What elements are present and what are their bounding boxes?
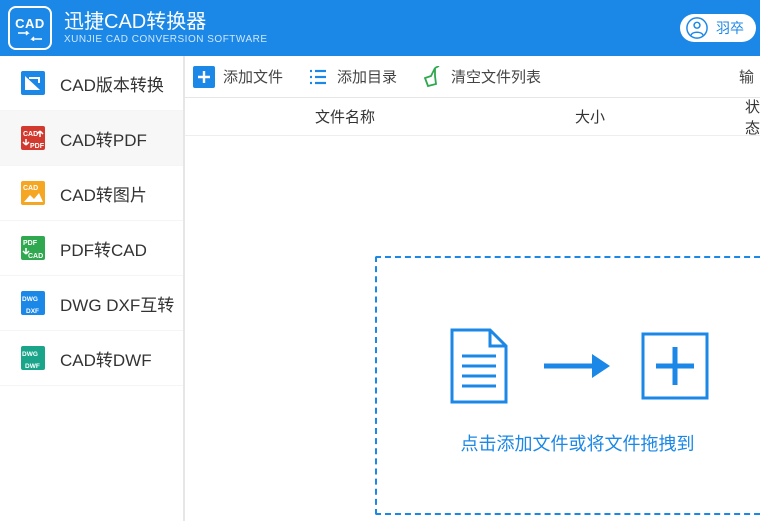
user-area[interactable]: 羽卒: [680, 14, 756, 42]
user-icon: [686, 17, 708, 39]
app-header: CAD 迅捷CAD转换器 XUNJIE CAD CONVERSION SOFTW…: [0, 0, 760, 56]
table-header: 文件名称 大小 状态: [185, 98, 760, 136]
app-title: 迅捷CAD转换器: [64, 11, 268, 33]
title-block: 迅捷CAD转换器 XUNJIE CAD CONVERSION SOFTWARE: [64, 11, 268, 45]
sidebar-item-cad-version[interactable]: CAD版本转换: [0, 56, 183, 111]
sidebar-item-label: CAD转图片: [60, 181, 147, 206]
tool-label: 清空文件列表: [451, 66, 541, 87]
toolbar: 添加文件 添加目录 清空文件列表 输: [185, 56, 760, 98]
drop-zone[interactable]: 点击添加文件或将文件拖拽到: [375, 256, 760, 515]
drop-hint: 点击添加文件或将文件拖拽到: [460, 430, 694, 456]
svg-text:DWG: DWG: [22, 351, 38, 358]
list-icon: [307, 66, 329, 88]
file-list-area: 点击添加文件或将文件拖拽到: [185, 136, 760, 521]
tool-label: 添加文件: [223, 66, 283, 87]
svg-text:PDF: PDF: [30, 143, 45, 150]
svg-text:CAD: CAD: [23, 185, 38, 192]
svg-text:CAD: CAD: [23, 131, 38, 138]
sidebar-item-cad-to-dwf[interactable]: DWG DWF CAD转DWF: [0, 331, 183, 386]
logo-text: CAD: [15, 16, 45, 31]
sidebar-item-label: CAD转DWF: [60, 346, 152, 371]
clear-list-button[interactable]: 清空文件列表: [421, 66, 541, 88]
app-subtitle: XUNJIE CAD CONVERSION SOFTWARE: [64, 34, 268, 45]
tool-label: 添加目录: [337, 66, 397, 87]
sidebar-item-pdf-to-cad[interactable]: PDF CAD PDF转CAD: [0, 221, 183, 276]
svg-text:PDF: PDF: [23, 240, 38, 247]
add-file-button[interactable]: 添加文件: [193, 66, 283, 88]
sidebar-item-label: CAD版本转换: [60, 71, 164, 96]
logo-arrows-icon: [16, 31, 44, 41]
sidebar-item-label: DWG DXF互转: [60, 291, 174, 316]
sidebar-item-cad-to-pdf[interactable]: CAD PDF CAD转PDF: [0, 111, 183, 166]
app-logo: CAD: [8, 6, 52, 50]
cad-pdf-icon: CAD PDF: [20, 125, 46, 151]
user-name: 羽卒: [716, 18, 744, 38]
add-box-icon: [640, 331, 710, 401]
svg-text:DXF: DXF: [26, 308, 39, 315]
plus-icon: [193, 66, 215, 88]
cad-version-icon: [20, 70, 46, 96]
cad-dwf-icon: DWG DWF: [20, 345, 46, 371]
sidebar-item-label: CAD转PDF: [60, 126, 147, 151]
cad-image-icon: CAD: [20, 180, 46, 206]
svg-text:CAD: CAD: [28, 253, 43, 260]
col-size: 大小: [575, 106, 745, 127]
col-status: 状态: [745, 96, 760, 138]
pdf-cad-icon: PDF CAD: [20, 235, 46, 261]
arrow-right-icon: [542, 351, 612, 381]
col-filename: 文件名称: [315, 106, 575, 127]
document-icon: [444, 326, 514, 406]
broom-icon: [421, 66, 443, 88]
sidebar: CAD版本转换 CADPDF CAD转PDF CAD CAD转图片 PDFCAD…: [0, 56, 184, 521]
svg-text:DWG: DWG: [22, 296, 38, 303]
sidebar-item-label: PDF转CAD: [60, 236, 147, 261]
sidebar-item-dwg-dxf[interactable]: DWG DXF DWG DXF互转: [0, 276, 183, 331]
main-panel: 添加文件 添加目录 清空文件列表 输 文件名称 大小 状态: [184, 56, 760, 521]
sidebar-item-cad-to-image[interactable]: CAD CAD转图片: [0, 166, 183, 221]
drop-graphic: [444, 326, 710, 406]
svg-text:DWF: DWF: [25, 363, 40, 370]
output-label: 输: [739, 66, 760, 87]
add-folder-button[interactable]: 添加目录: [307, 66, 397, 88]
dwg-dxf-icon: DWG DXF: [20, 290, 46, 316]
